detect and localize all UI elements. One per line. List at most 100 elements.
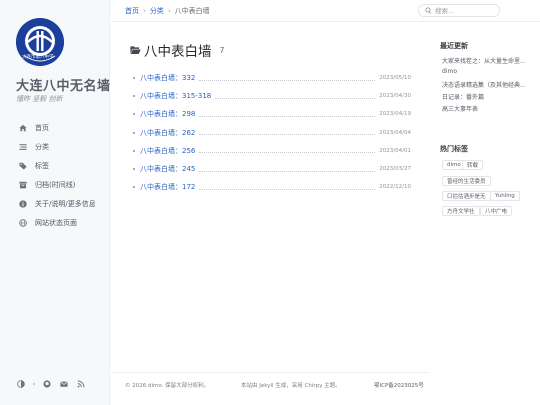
tag-chip[interactable]: 口估估酒步是无	[442, 191, 491, 201]
dotted-leader	[199, 79, 376, 81]
category-title: 八中表白墙	[144, 44, 212, 60]
tag-chip[interactable]: 方舟文学社	[442, 206, 480, 216]
nav-item-home[interactable]: 首页	[16, 122, 49, 134]
dotted-leader	[199, 188, 376, 190]
nav-item-about[interactable]: 关于/说明/更多信息	[16, 198, 96, 210]
powered-prefix: 本站由	[241, 383, 260, 389]
list-item: 八中表白墙：298 2023/04/19	[133, 108, 411, 120]
bullet	[133, 131, 135, 134]
nav-item-label: 首页	[35, 124, 49, 132]
nav-item-label: 归档(时间线)	[35, 181, 76, 189]
tag-chip[interactable]: 转载	[462, 160, 484, 170]
copyright-suffix: . 保留大部分权利。	[161, 383, 210, 389]
footer-powered-by: 本站由 Jekyll 生成，采用 Chirpy 主题。	[241, 381, 341, 389]
tag-chip[interactable]: 八中广电	[480, 206, 513, 216]
breadcrumb-separator: ›	[143, 7, 146, 15]
recent-update-link[interactable]: 决态语录精选集（及其他经典...	[442, 80, 534, 89]
site-title[interactable]: 大连八中无名墙	[16, 75, 111, 94]
archive-icon	[16, 180, 30, 190]
post-date: 2022/12/10	[379, 184, 411, 191]
recent-update-link[interactable]: dimo	[442, 68, 534, 75]
list-item: 八中表白墙：332 2023/05/10	[133, 72, 411, 84]
dotted-leader	[199, 115, 376, 117]
nav-item-categories[interactable]: 分类	[16, 141, 49, 153]
breadcrumb-home[interactable]: 首页	[125, 7, 139, 15]
post-date: 2023/04/30	[379, 93, 411, 100]
search-box[interactable]	[418, 4, 500, 17]
rss-icon[interactable]	[76, 379, 86, 389]
post-date: 2023/05/10	[379, 75, 411, 81]
bullet	[133, 168, 135, 170]
post-link[interactable]: 八中表白墙：315-318	[140, 91, 211, 101]
list-item: 八中表白墙：315-318 2023/04/30	[133, 90, 411, 102]
author-link[interactable]: dimo	[148, 383, 162, 389]
search-input[interactable]	[435, 6, 495, 15]
footer-divider	[111, 372, 429, 373]
post-link[interactable]: 八中表白墙：298	[140, 109, 195, 119]
recent-update-link[interactable]: 日记录：番外篇	[442, 92, 534, 101]
nav-item-archives[interactable]: 归档(时间线)	[16, 179, 75, 191]
nav-item-status[interactable]: 网站状态页面	[16, 217, 77, 229]
bullet	[133, 95, 135, 98]
powered-suffix: 主题。	[322, 383, 341, 389]
bullet	[133, 113, 135, 116]
nav-item-label: 网站状态页面	[35, 219, 77, 227]
separator-dot	[33, 383, 35, 385]
email-icon[interactable]	[59, 379, 69, 389]
nav-item-label: 关于/说明/更多信息	[35, 200, 96, 208]
icp-link[interactable]: 鄂ICP备2023025号	[374, 381, 424, 389]
recent-update-link[interactable]: 大家来找茬之：从大量生命里...	[442, 56, 534, 65]
recent-updates-heading: 最近更新	[440, 42, 468, 50]
bullet	[133, 186, 135, 189]
post-link[interactable]: 八中表白墙：172	[140, 182, 195, 192]
footer-copyright: © 2026 dimo. 保留大部分权利。	[125, 381, 209, 389]
jekyll-link[interactable]: Jekyll	[259, 383, 273, 389]
sidebar: 大连市第八中学 大连八中无名墙 懂昨 坚毅 创新 首页 分类 标签 归档(时间线…	[0, 0, 110, 405]
post-link[interactable]: 八中表白墙：256	[140, 146, 195, 156]
post-link[interactable]: 八中表白墙：245	[140, 164, 195, 174]
list-item: 八中表白墙：262 2023/04/04	[133, 127, 411, 139]
dotted-leader	[199, 134, 376, 136]
breadcrumb-separator: ›	[167, 7, 171, 15]
dotted-leader	[215, 97, 376, 99]
nav-item-tags[interactable]: 标签	[16, 160, 49, 172]
breadcrumb: 首页 › 分类 › 八中表白墙	[125, 6, 210, 16]
list-item: 八中表白墙：245 2023/03/27	[133, 163, 411, 175]
post-date: 2023/04/19	[379, 111, 411, 118]
info-icon	[16, 199, 30, 209]
folder-open-icon	[130, 46, 141, 54]
sidebar-bottom-bar	[16, 378, 93, 390]
copyright-prefix: © 2026	[125, 383, 148, 389]
home-icon	[16, 123, 30, 133]
post-link[interactable]: 八中表白墙：332	[140, 73, 195, 83]
tag-chip[interactable]: Yuhling	[490, 191, 520, 201]
nav-item-label: 分类	[35, 143, 49, 151]
stream-icon	[16, 142, 30, 152]
avatar-text: 大连市第八中学	[22, 55, 54, 60]
post-date: 2023/04/01	[379, 147, 411, 154]
theme-toggle-icon[interactable]	[16, 379, 26, 389]
list-item: 八中表白墙：172 2022/12/10	[133, 181, 411, 193]
nav-item-label: 标签	[35, 162, 49, 170]
dotted-leader	[199, 152, 376, 154]
bullet	[133, 77, 135, 79]
tag-chip[interactable]: 曾经的生活委员	[442, 176, 491, 186]
globe-icon	[16, 218, 30, 228]
breadcrumb-current: 八中表白墙	[174, 7, 210, 15]
site-subtitle: 懂昨 坚毅 创新	[16, 95, 63, 103]
powered-middle: 生成，采用	[273, 383, 305, 389]
tag-icon	[16, 161, 30, 171]
post-date: 2023/04/04	[379, 129, 411, 136]
search-icon[interactable]	[425, 7, 432, 14]
avatar[interactable]: 大连市第八中学	[16, 18, 64, 66]
post-link[interactable]: 八中表白墙：262	[140, 128, 195, 138]
recent-update-link[interactable]: 高三大事年表	[442, 104, 534, 113]
trending-tags-heading: 热门标签	[440, 145, 468, 153]
list-item: 八中表白墙：256 2023/04/01	[133, 145, 411, 157]
chirpy-link[interactable]: Chirpy	[305, 383, 323, 389]
breadcrumb-categories[interactable]: 分类	[150, 7, 164, 15]
dotted-leader	[199, 170, 376, 172]
bullet	[133, 149, 135, 152]
post-count: 7	[219, 45, 225, 55]
github-icon[interactable]	[42, 379, 52, 389]
